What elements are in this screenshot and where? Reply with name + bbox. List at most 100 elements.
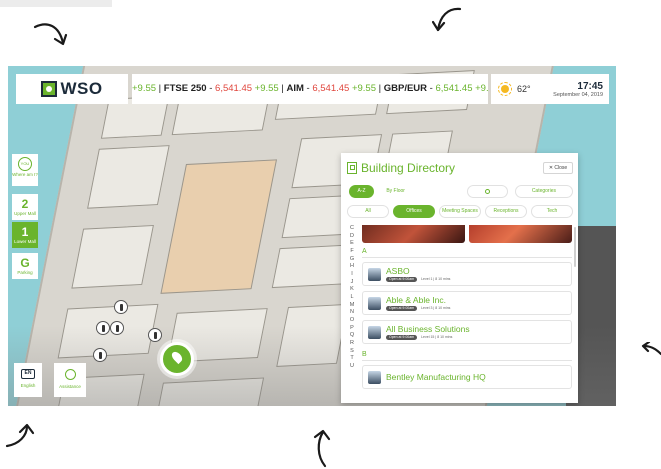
building-icon	[347, 162, 357, 174]
alphabet-letter[interactable]: E	[348, 240, 356, 248]
elevator-pin-icon[interactable]	[93, 348, 107, 362]
search-icon	[484, 188, 490, 194]
ticker-value: +9.55	[349, 83, 376, 94]
level-info: Level 3 | 8 10 mins	[421, 306, 451, 310]
directory-title: Building Directory	[361, 161, 456, 175]
featured-banner[interactable]	[362, 225, 465, 243]
date: September 04, 2019	[553, 91, 603, 98]
alphabet-letter[interactable]: G	[348, 256, 356, 264]
ticker-value: +9.55	[132, 83, 157, 94]
alphabet-letter[interactable]: U	[348, 363, 356, 371]
categories-button[interactable]: Categories	[514, 184, 573, 198]
alphabet-letter[interactable]: I	[348, 271, 356, 279]
scrollbar[interactable]	[574, 227, 576, 267]
list-item[interactable]: ASBO Open at 9:00am Level 1 | 8 10 mins	[362, 262, 572, 286]
directory-list: A ASBO Open at 9:00am Level 1 | 8 10 mins…	[362, 225, 572, 403]
ticker-symbol: AIM	[286, 83, 304, 94]
alphabet-letter[interactable]: F	[348, 248, 356, 256]
curved-arrow-icon	[33, 21, 69, 49]
open-badge: Open at 9:00am	[386, 305, 418, 311]
alphabet-letter[interactable]: C	[348, 225, 356, 233]
company-name: Bentley Manufacturing HQ	[386, 371, 486, 382]
logo: WSO	[16, 74, 128, 104]
alphabet-letter[interactable]: O	[348, 317, 356, 325]
ticker-symbol: FTSE 250	[163, 83, 207, 94]
company-thumbnail	[368, 267, 381, 281]
where-am-i-button[interactable]: YOU Where am I?	[12, 154, 38, 186]
company-thumbnail	[368, 325, 381, 339]
floor-button-parking[interactable]: G Parking	[12, 253, 38, 279]
floor-button-lower[interactable]: 1 Lower Mall	[12, 222, 38, 248]
logo-text: WSO	[60, 79, 103, 98]
accessibility-pin-icon[interactable]	[148, 328, 162, 342]
assistance-label: Assistance	[59, 384, 81, 389]
search-button[interactable]	[467, 184, 508, 198]
floor-number: 2	[21, 197, 29, 211]
alphabet-letter[interactable]: J	[348, 279, 356, 287]
floor-button-upper[interactable]: 2 Upper Mall	[12, 194, 38, 220]
sun-icon	[497, 81, 513, 97]
directory-header: Building Directory ✕ Close	[347, 157, 575, 179]
close-button[interactable]: ✕ Close	[543, 162, 573, 174]
language-button[interactable]: EN English	[14, 363, 42, 397]
company-thumbnail	[368, 370, 381, 384]
ticker-value: 6,541.45	[435, 83, 473, 94]
alphabet-letter[interactable]: P	[348, 325, 356, 333]
weather-clock: 62° 17:45 September 04, 2019	[491, 74, 609, 104]
logo-mark-icon	[41, 81, 58, 97]
category-all[interactable]: All	[347, 205, 389, 218]
alphabet-letter[interactable]: H	[348, 263, 356, 271]
ticker-separator: |	[156, 83, 164, 94]
ticker-separator: -	[427, 83, 436, 94]
alphabet-letter[interactable]: M	[348, 302, 356, 310]
company-name: Able & Able Inc.	[386, 294, 447, 305]
stock-ticker: +9.55 | FTSE 250 - 6,541.45 +9.55 | AIM …	[132, 74, 488, 104]
alphabet-letter[interactable]: Q	[348, 332, 356, 340]
level-info: Level 15 | 8 10 mins	[421, 335, 453, 339]
ticker-symbol: GBP/EUR	[383, 83, 428, 94]
tab-a-z[interactable]: A-Z	[349, 184, 375, 198]
alphabet-letter[interactable]: T	[348, 355, 356, 363]
ticker-separator: -	[206, 83, 216, 94]
company-name: ASBO	[386, 265, 410, 276]
alphabet-letter[interactable]: D	[348, 233, 356, 241]
restroom-pin-icon[interactable]	[96, 321, 110, 335]
alphabet-letter[interactable]: N	[348, 309, 356, 317]
assistance-icon	[64, 369, 76, 380]
ticker-value: 6,541.45	[312, 83, 350, 94]
alphabet-letter[interactable]: K	[348, 286, 356, 294]
alphabet-letter[interactable]: S	[348, 348, 356, 356]
location-pin-icon[interactable]	[160, 342, 194, 376]
restroom-pin-icon[interactable]	[110, 321, 124, 335]
curved-arrow-icon	[309, 428, 339, 468]
page: WSO +9.55 | FTSE 250 - 6,541.45 +9.55 | …	[0, 0, 661, 469]
category-receptions[interactable]: Receptions	[485, 205, 527, 218]
list-item[interactable]: Bentley Manufacturing HQ	[362, 365, 572, 389]
restroom-pin-icon[interactable]	[114, 300, 128, 314]
ticker-value: +9.55	[252, 83, 279, 94]
floor-label: Lower Mall	[14, 239, 36, 244]
curved-arrow-icon	[641, 342, 661, 358]
list-item[interactable]: Able & Able Inc. Open at 9:00am Level 3 |…	[362, 291, 572, 315]
clock: 17:45 September 04, 2019	[553, 81, 603, 98]
assistance-button[interactable]: Assistance	[54, 363, 86, 397]
floor-number: G	[20, 256, 30, 270]
level-info: Level 1 | 8 10 mins	[421, 277, 451, 281]
category-tech[interactable]: Tech	[531, 205, 573, 218]
ticker-value: +9.55	[475, 83, 488, 94]
alphabet-letter[interactable]: R	[348, 340, 356, 348]
company-thumbnail	[368, 296, 381, 310]
floor-number: 1	[21, 225, 29, 239]
where-am-i-label: Where am I?	[12, 172, 38, 177]
featured-banner[interactable]	[469, 225, 572, 243]
category-meeting-spaces[interactable]: Meeting Spaces	[439, 205, 481, 218]
open-badge: Open at 9:00am	[386, 276, 418, 282]
open-badge: Open at 9:00am	[386, 334, 418, 340]
alphabet-letter[interactable]: L	[348, 294, 356, 302]
ticker-value: 6,541.45	[215, 83, 253, 94]
ticker-separator: |	[376, 83, 384, 94]
list-item[interactable]: All Business Solutions Open at 9:00am Lev…	[362, 320, 572, 344]
category-offices[interactable]: Offices	[393, 205, 435, 218]
kiosk-screen: WSO +9.55 | FTSE 250 - 6,541.45 +9.55 | …	[8, 66, 616, 406]
tab-by-floor[interactable]: By Floor	[379, 185, 412, 198]
